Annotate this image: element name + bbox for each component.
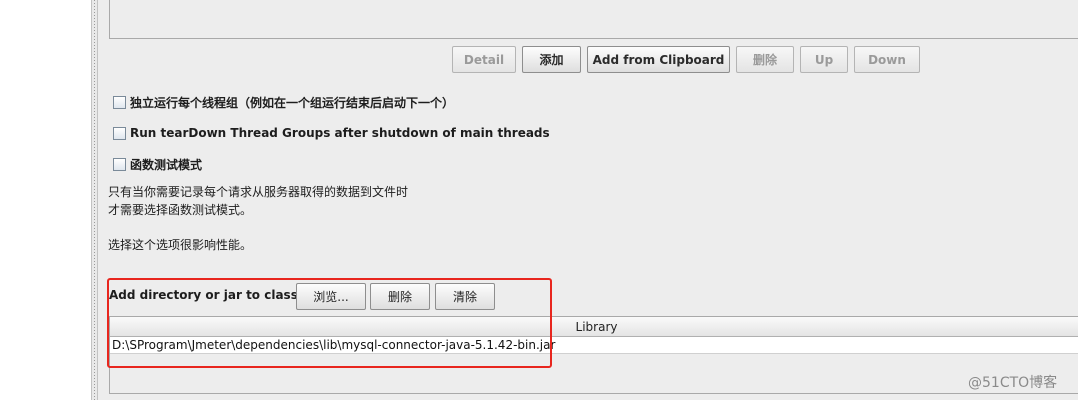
run-groups-consecutively-checkbox[interactable] [113, 95, 126, 109]
functional-test-mode-option[interactable]: 函数测试模式 [113, 155, 202, 173]
up-button[interactable]: Up [800, 46, 848, 73]
browse-button[interactable]: 浏览... [296, 283, 366, 310]
performance-warning-note: 选择这个选项很影响性能。 [108, 238, 253, 252]
watermark: @51CTO博客 [968, 375, 1058, 391]
test-plan-panel: Detail 添加 Add from Clipboard 删除 Up Down … [98, 0, 1078, 400]
add-button[interactable]: 添加 [522, 46, 581, 73]
classpath-delete-button[interactable]: 删除 [370, 283, 430, 310]
add-from-clipboard-button[interactable]: Add from Clipboard [587, 46, 730, 73]
run-teardown-checkbox[interactable] [113, 126, 126, 140]
delete-button[interactable]: 删除 [736, 46, 794, 73]
functional-test-mode-checkbox[interactable] [113, 157, 126, 171]
run-groups-consecutively-option[interactable]: 独立运行每个线程组（例如在一个组运行结束后启动下一个） [113, 93, 454, 111]
detail-button[interactable]: Detail [452, 46, 516, 73]
user-variables-table[interactable] [109, 0, 1078, 39]
classpath-clear-button[interactable]: 清除 [435, 283, 495, 310]
run-teardown-option[interactable]: Run tearDown Thread Groups after shutdow… [113, 124, 550, 142]
down-button[interactable]: Down [854, 46, 920, 73]
table-row[interactable]: D:\SProgram\Jmeter\dependencies\lib\mysq… [110, 337, 1078, 354]
functional-test-mode-label: 函数测试模式 [130, 157, 203, 172]
functional-mode-note-line1: 只有当你需要记录每个请求从服务器取得的数据到文件时 [108, 185, 409, 199]
library-column-header[interactable]: Library [110, 317, 1078, 337]
split-pane-divider[interactable] [91, 0, 98, 400]
classpath-library-table[interactable]: Library D:\SProgram\Jmeter\dependencies\… [109, 316, 1078, 394]
run-groups-consecutively-label: 独立运行每个线程组（例如在一个组运行结束后启动下一个） [130, 95, 455, 110]
run-teardown-label: Run tearDown Thread Groups after shutdow… [130, 126, 550, 140]
functional-mode-note-line2: 才需要选择函数测试模式。 [108, 203, 253, 217]
tree-sidebar [0, 0, 96, 400]
